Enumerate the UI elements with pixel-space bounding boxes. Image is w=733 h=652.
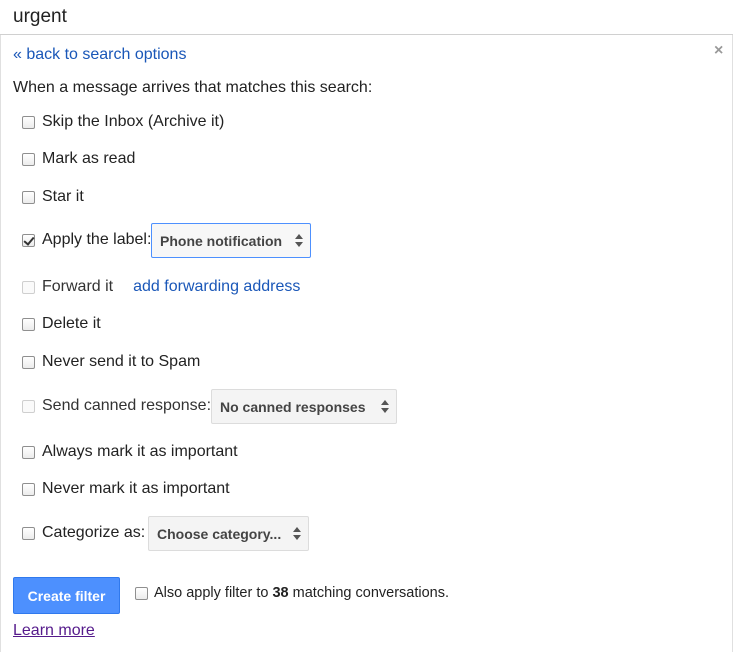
never-important-checkbox[interactable] [22, 482, 35, 496]
never-spam-checkbox[interactable] [22, 355, 35, 369]
star-label[interactable]: Star it [42, 188, 84, 206]
create-filter-button[interactable]: Create filter [13, 577, 120, 614]
delete-option: Delete it [22, 313, 101, 335]
never-spam-option: Never send it to Spam [22, 351, 200, 373]
up-down-arrows-icon [293, 527, 301, 541]
always-important-option: Always mark it as important [22, 441, 238, 463]
up-down-arrows-icon [295, 234, 303, 248]
star-checkbox[interactable] [22, 190, 35, 204]
forward-option: Forward it add forwarding address [22, 276, 300, 298]
matching-count: 38 [272, 585, 289, 601]
always-important-checkbox[interactable] [22, 445, 35, 459]
categorize-option: Categorize as: [22, 522, 145, 544]
never-important-option: Never mark it as important [22, 478, 230, 500]
canned-response-select[interactable]: No canned responses [211, 389, 397, 424]
skip-inbox-label[interactable]: Skip the Inbox (Archive it) [42, 113, 224, 131]
mark-read-label[interactable]: Mark as read [42, 150, 135, 168]
learn-more-link[interactable]: Learn more [13, 622, 95, 640]
search-query-text[interactable]: urgent [13, 6, 67, 28]
also-apply-prefix: Also apply filter to [154, 585, 269, 601]
canned-response-select-value: No canned responses [220, 398, 366, 415]
label-select[interactable]: Phone notification [151, 223, 311, 258]
star-option: Star it [22, 186, 84, 208]
delete-checkbox[interactable] [22, 317, 35, 331]
add-forwarding-address-link[interactable]: add forwarding address [133, 278, 300, 296]
never-spam-label[interactable]: Never send it to Spam [42, 353, 200, 371]
label-select-value: Phone notification [160, 232, 283, 249]
category-select-value: Choose category... [157, 525, 282, 542]
up-down-arrows-icon [381, 400, 389, 414]
also-apply-suffix: matching conversations. [292, 585, 450, 601]
back-to-search-options-link[interactable]: « back to search options [13, 46, 186, 64]
categorize-label[interactable]: Categorize as: [42, 524, 145, 542]
also-apply-option: Also apply filter to 38 matching convers… [135, 582, 449, 604]
apply-label-option: Apply the label: [22, 229, 151, 251]
delete-label[interactable]: Delete it [42, 315, 101, 333]
canned-response-label: Send canned response: [42, 397, 212, 414]
skip-inbox-checkbox[interactable] [22, 115, 35, 129]
also-apply-checkbox[interactable] [135, 586, 148, 600]
categorize-checkbox[interactable] [22, 526, 35, 540]
filter-intro-text: When a message arrives that matches this… [13, 79, 373, 96]
canned-response-option: Send canned response: [22, 395, 211, 417]
canned-response-checkbox [22, 399, 35, 413]
never-important-label[interactable]: Never mark it as important [42, 480, 230, 498]
category-select[interactable]: Choose category... [148, 516, 309, 551]
mark-read-option: Mark as read [22, 148, 135, 170]
apply-label-label[interactable]: Apply the label: [42, 231, 151, 249]
always-important-label[interactable]: Always mark it as important [42, 443, 238, 461]
apply-label-checkbox[interactable] [22, 233, 35, 247]
also-apply-label[interactable]: Also apply filter to 38 matching convers… [154, 585, 449, 601]
skip-inbox-option: Skip the Inbox (Archive it) [22, 111, 224, 133]
close-icon[interactable]: × [714, 43, 723, 59]
mark-read-checkbox[interactable] [22, 152, 35, 166]
forward-checkbox [22, 280, 35, 294]
forward-label: Forward it [42, 278, 114, 295]
search-bar[interactable]: urgent [0, 0, 733, 35]
